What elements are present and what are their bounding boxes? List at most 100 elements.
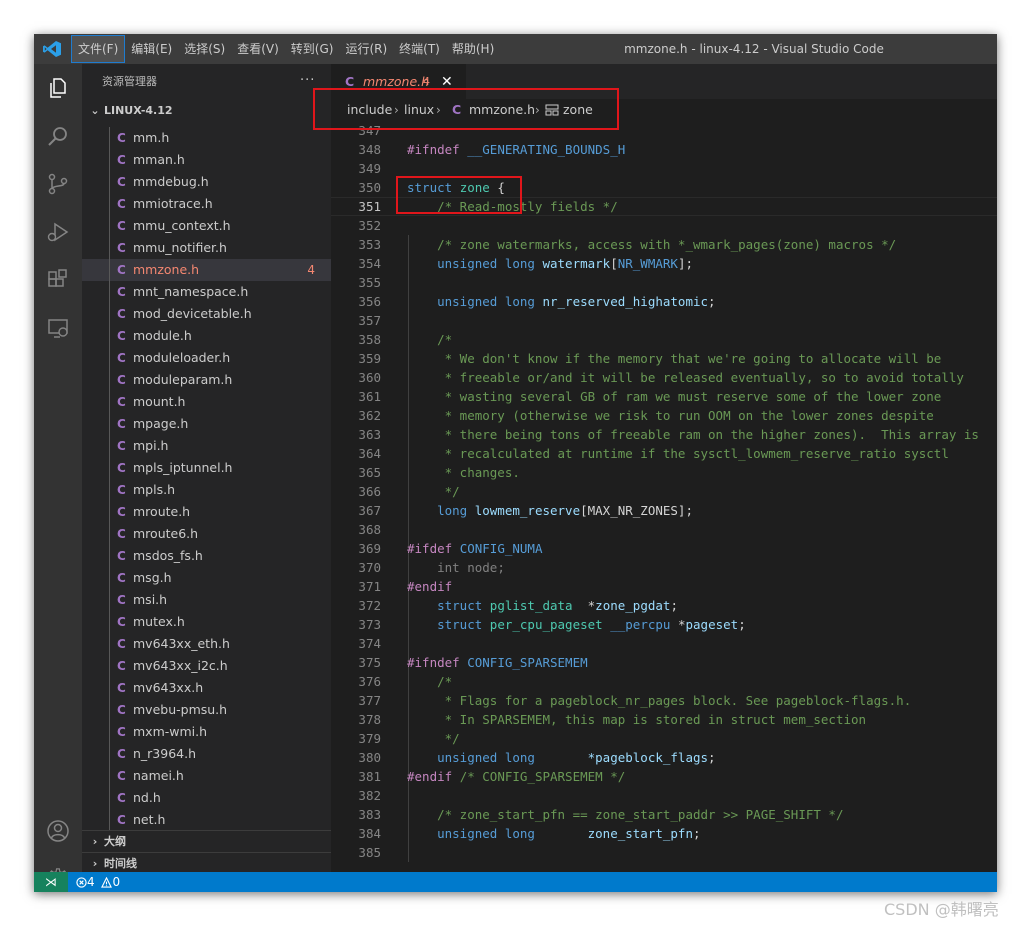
file-item[interactable]: Cmv643xx.h — [82, 677, 331, 699]
code-line[interactable]: 363 * there being tons of freeable ram o… — [331, 425, 997, 444]
code-line[interactable]: 364 * recalculated at runtime if the sys… — [331, 444, 997, 463]
code-line[interactable]: 375 #ifndef CONFIG_SPARSEMEM — [331, 653, 997, 672]
code-line[interactable]: 372 struct pglist_data *zone_pgdat; — [331, 596, 997, 615]
file-item[interactable]: Cnet.h — [82, 809, 331, 831]
file-item[interactable]: Cnamei.h — [82, 765, 331, 787]
menu-item-5[interactable]: 运行(R) — [339, 34, 393, 64]
vscode-logo-icon[interactable] — [43, 41, 61, 57]
source-control-icon[interactable] — [46, 172, 70, 196]
code-line[interactable]: 365 * changes. — [331, 463, 997, 482]
remote-explorer-icon[interactable] — [46, 316, 70, 340]
menu-item-1[interactable]: 编辑(E) — [125, 34, 178, 64]
menu-item-4[interactable]: 转到(G) — [285, 34, 340, 64]
file-item[interactable]: Cmmu_notifier.h — [82, 237, 331, 259]
code-token: /* — [407, 332, 453, 347]
menu-item-0[interactable]: 文件(F) — [71, 35, 126, 63]
file-item[interactable]: Cmmdebug.h — [82, 171, 331, 193]
file-item[interactable]: Cmvebu-pmsu.h — [82, 699, 331, 721]
code-line[interactable]: 357 — [331, 311, 997, 330]
code-line[interactable]: 368 — [331, 520, 997, 539]
file-item[interactable]: Cmmiotrace.h — [82, 193, 331, 215]
line-number: 356 — [358, 294, 381, 309]
folder-header[interactable]: ⌄ LINUX-4.12 — [82, 100, 331, 122]
code-line[interactable]: 358 /* — [331, 330, 997, 349]
code-line[interactable]: 382 — [331, 786, 997, 805]
code-line[interactable]: 377 * Flags for a pageblock_nr_pages blo… — [331, 691, 997, 710]
remote-indicator-button[interactable]: ⋊ — [34, 872, 68, 892]
file-item[interactable]: Cmnt_namespace.h — [82, 281, 331, 303]
code-line[interactable]: 381 #endif /* CONFIG_SPARSEMEM */ — [331, 767, 997, 786]
code-token: * memory (otherwise we risk to run OOM o… — [407, 408, 934, 423]
code-line[interactable]: 354 unsigned long watermark[NR_WMARK]; — [331, 254, 997, 273]
file-item[interactable]: Cmutex.h — [82, 611, 331, 633]
file-item[interactable]: Cmroute6.h — [82, 523, 331, 545]
code-line[interactable]: 361 * wasting several GB of ram we must … — [331, 387, 997, 406]
outline-panel-header[interactable]: › 大纲 — [82, 830, 331, 853]
tree-indent-guide — [109, 523, 110, 545]
code-line[interactable]: 385 — [331, 843, 997, 862]
explorer-icon[interactable] — [46, 76, 70, 100]
tree-indent-guide — [109, 193, 110, 215]
code-editor[interactable]: 347 348 #ifndef __GENERATING_BOUNDS_H 349 35… — [331, 121, 997, 872]
line-number: 374 — [358, 636, 381, 651]
file-item[interactable]: Cmount.h — [82, 391, 331, 413]
code-line[interactable]: 376 /* — [331, 672, 997, 691]
extensions-icon[interactable] — [46, 268, 70, 292]
code-line[interactable]: 380 unsigned long *pageblock_flags; — [331, 748, 997, 767]
file-name: net.h — [133, 812, 166, 827]
file-item[interactable]: Cmoduleparam.h — [82, 369, 331, 391]
file-item[interactable]: Cmxm-wmi.h — [82, 721, 331, 743]
code-line[interactable]: 348 #ifndef __GENERATING_BOUNDS_H — [331, 140, 997, 159]
file-item[interactable]: Cmodule.h — [82, 325, 331, 347]
tree-indent-guide — [109, 259, 110, 281]
file-item[interactable]: Cmmu_context.h — [82, 215, 331, 237]
code-token: __GENERATING_BOUNDS_H — [467, 142, 626, 157]
code-line[interactable]: 353 /* zone watermarks, access with *_wm… — [331, 235, 997, 254]
code-line[interactable]: 378 * In SPARSEMEM, this map is stored i… — [331, 710, 997, 729]
file-item[interactable]: Cmpls_iptunnel.h — [82, 457, 331, 479]
code-line[interactable]: 383 /* zone_start_pfn == zone_start_padd… — [331, 805, 997, 824]
menu-item-6[interactable]: 终端(T) — [393, 34, 446, 64]
code-line[interactable]: 356 unsigned long nr_reserved_highatomic… — [331, 292, 997, 311]
file-item[interactable]: Cmod_devicetable.h — [82, 303, 331, 325]
code-line[interactable]: 352 — [331, 216, 997, 235]
problems-indicator[interactable]: 4 0 — [76, 872, 120, 892]
file-item[interactable]: Cmroute.h — [82, 501, 331, 523]
file-item[interactable]: Cmsdos_fs.h — [82, 545, 331, 567]
menu-item-2[interactable]: 选择(S) — [178, 34, 231, 64]
file-item[interactable]: Cnd.h — [82, 787, 331, 809]
file-item[interactable]: Cmoduleloader.h — [82, 347, 331, 369]
file-item[interactable]: Cmpage.h — [82, 413, 331, 435]
menu-item-7[interactable]: 帮助(H) — [446, 34, 500, 64]
code-line[interactable]: 370 int node; — [331, 558, 997, 577]
code-line[interactable]: 379 */ — [331, 729, 997, 748]
file-item[interactable]: Cmsg.h — [82, 567, 331, 589]
account-icon[interactable] — [46, 819, 70, 843]
code-line[interactable]: 359 * We don't know if the memory that w… — [331, 349, 997, 368]
code-line[interactable]: 369 #ifdef CONFIG_NUMA — [331, 539, 997, 558]
timeline-panel-header[interactable]: › 时间线 — [82, 852, 331, 872]
file-item[interactable]: Cmm.h — [82, 127, 331, 149]
search-icon[interactable] — [46, 124, 70, 148]
code-line[interactable]: 374 — [331, 634, 997, 653]
c-file-icon: C — [117, 659, 126, 673]
code-line[interactable]: 360 * freeable or/and it will be release… — [331, 368, 997, 387]
file-item[interactable]: Cmpi.h — [82, 435, 331, 457]
code-line[interactable]: 384 unsigned long zone_start_pfn; — [331, 824, 997, 843]
file-item[interactable]: Cmman.h — [82, 149, 331, 171]
code-line[interactable]: 373 struct per_cpu_pageset __percpu *pag… — [331, 615, 997, 634]
file-item[interactable]: Cmpls.h — [82, 479, 331, 501]
file-item[interactable]: Cmmzone.h 4 — [82, 259, 331, 281]
file-item[interactable]: Cn_r3964.h — [82, 743, 331, 765]
run-debug-icon[interactable] — [46, 220, 70, 244]
code-token: * In SPARSEMEM, this map is stored in st… — [407, 712, 867, 727]
file-item[interactable]: Cmv643xx_i2c.h — [82, 655, 331, 677]
code-line[interactable]: 355 — [331, 273, 997, 292]
code-line[interactable]: 371 #endif — [331, 577, 997, 596]
file-item[interactable]: Cmv643xx_eth.h — [82, 633, 331, 655]
code-line[interactable]: 362 * memory (otherwise we risk to run O… — [331, 406, 997, 425]
file-item[interactable]: Cmsi.h — [82, 589, 331, 611]
code-line[interactable]: 367 long lowmem_reserve[MAX_NR_ZONES]; — [331, 501, 997, 520]
code-line[interactable]: 366 */ — [331, 482, 997, 501]
menu-item-3[interactable]: 查看(V) — [231, 34, 285, 64]
